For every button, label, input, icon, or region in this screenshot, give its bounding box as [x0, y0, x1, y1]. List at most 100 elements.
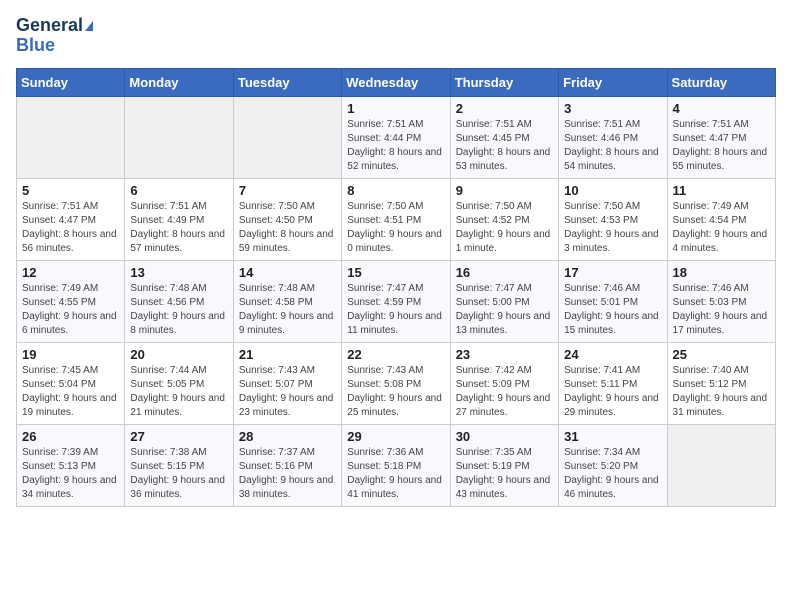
- week-row-5: 26Sunrise: 7:39 AM Sunset: 5:13 PM Dayli…: [17, 424, 776, 506]
- day-number: 22: [347, 347, 444, 362]
- day-number: 18: [673, 265, 770, 280]
- day-info: Sunrise: 7:40 AM Sunset: 5:12 PM Dayligh…: [673, 364, 770, 420]
- day-info: Sunrise: 7:49 AM Sunset: 4:55 PM Dayligh…: [22, 282, 119, 338]
- calendar-cell: 3 Sunrise: 7:51 AM Sunset: 4:46 PM Daylig…: [559, 96, 667, 178]
- weekday-header-friday: Friday: [559, 68, 667, 96]
- day-number: 26: [22, 429, 119, 444]
- day-number: 29: [347, 429, 444, 444]
- calendar-cell: 11 Sunrise: 7:49 AM Sunset: 4:54 PM Dayli…: [667, 178, 775, 260]
- day-info: Sunrise: 7:46 AM Sunset: 5:01 PM Dayligh…: [564, 282, 661, 338]
- calendar-cell: 4Sunrise: 7:51 AM Sunset: 4:47 PM Daylig…: [667, 96, 775, 178]
- calendar-cell: 5 Sunrise: 7:51 AM Sunset: 4:47 PM Daylig…: [17, 178, 125, 260]
- day-info: Sunrise: 7:48 AM Sunset: 4:58 PM Dayligh…: [239, 282, 336, 338]
- calendar-cell: 23 Sunrise: 7:42 AM Sunset: 5:09 PM Dayli…: [450, 342, 558, 424]
- day-number: 27: [130, 429, 227, 444]
- day-info: Sunrise: 7:38 AM Sunset: 5:15 PM Dayligh…: [130, 446, 227, 502]
- calendar-cell: 28 Sunrise: 7:37 AM Sunset: 5:16 PM Dayli…: [233, 424, 341, 506]
- day-info: Sunrise: 7:50 AM Sunset: 4:53 PM Dayligh…: [564, 200, 661, 256]
- logo-mark: General Blue: [16, 16, 93, 56]
- day-number: 31: [564, 429, 661, 444]
- calendar-cell: 12 Sunrise: 7:49 AM Sunset: 4:55 PM Dayli…: [17, 260, 125, 342]
- calendar-cell: 9 Sunrise: 7:50 AM Sunset: 4:52 PM Daylig…: [450, 178, 558, 260]
- day-info: Sunrise: 7:50 AM Sunset: 4:52 PM Dayligh…: [456, 200, 553, 256]
- day-info: Sunrise: 7:50 AM Sunset: 4:51 PM Dayligh…: [347, 200, 444, 256]
- day-number: 5: [22, 183, 119, 198]
- day-info: Sunrise: 7:46 AM Sunset: 5:03 PM Dayligh…: [673, 282, 770, 338]
- day-info: Sunrise: 7:47 AM Sunset: 4:59 PM Dayligh…: [347, 282, 444, 338]
- weekday-header-saturday: Saturday: [667, 68, 775, 96]
- logo-text-general: General: [16, 16, 93, 36]
- day-number: 30: [456, 429, 553, 444]
- calendar-cell: 2Sunrise: 7:51 AM Sunset: 4:45 PM Daylig…: [450, 96, 558, 178]
- calendar-cell: 18 Sunrise: 7:46 AM Sunset: 5:03 PM Dayli…: [667, 260, 775, 342]
- day-info: Sunrise: 7:48 AM Sunset: 4:56 PM Dayligh…: [130, 282, 227, 338]
- day-number: 8: [347, 183, 444, 198]
- day-info: Sunrise: 7:34 AM Sunset: 5:20 PM Dayligh…: [564, 446, 661, 502]
- calendar-cell: 21 Sunrise: 7:43 AM Sunset: 5:07 PM Dayli…: [233, 342, 341, 424]
- day-number: 9: [456, 183, 553, 198]
- day-number: 20: [130, 347, 227, 362]
- calendar-cell: 6Sunrise: 7:51 AM Sunset: 4:49 PM Daylig…: [125, 178, 233, 260]
- calendar-cell: 14 Sunrise: 7:48 AM Sunset: 4:58 PM Dayli…: [233, 260, 341, 342]
- logo-text-blue: Blue: [16, 36, 93, 56]
- day-number: 1: [347, 101, 444, 116]
- calendar-cell: 26Sunrise: 7:39 AM Sunset: 5:13 PM Dayli…: [17, 424, 125, 506]
- day-number: 23: [456, 347, 553, 362]
- day-number: 3: [564, 101, 661, 116]
- calendar-cell: 29Sunrise: 7:36 AM Sunset: 5:18 PM Dayli…: [342, 424, 450, 506]
- day-info: Sunrise: 7:51 AM Sunset: 4:49 PM Dayligh…: [130, 200, 227, 256]
- weekday-header-thursday: Thursday: [450, 68, 558, 96]
- day-info: Sunrise: 7:37 AM Sunset: 5:16 PM Dayligh…: [239, 446, 336, 502]
- calendar-cell: 15 Sunrise: 7:47 AM Sunset: 4:59 PM Dayli…: [342, 260, 450, 342]
- day-number: 12: [22, 265, 119, 280]
- day-info: Sunrise: 7:45 AM Sunset: 5:04 PM Dayligh…: [22, 364, 119, 420]
- calendar-cell: 19 Sunrise: 7:45 AM Sunset: 5:04 PM Dayli…: [17, 342, 125, 424]
- calendar-cell: 22Sunrise: 7:43 AM Sunset: 5:08 PM Dayli…: [342, 342, 450, 424]
- day-number: 7: [239, 183, 336, 198]
- weekday-header-wednesday: Wednesday: [342, 68, 450, 96]
- week-row-3: 12 Sunrise: 7:49 AM Sunset: 4:55 PM Dayli…: [17, 260, 776, 342]
- calendar-cell: 1 Sunrise: 7:51 AM Sunset: 4:44 PM Daylig…: [342, 96, 450, 178]
- day-info: Sunrise: 7:51 AM Sunset: 4:44 PM Dayligh…: [347, 118, 444, 174]
- day-number: 11: [673, 183, 770, 198]
- day-info: Sunrise: 7:42 AM Sunset: 5:09 PM Dayligh…: [456, 364, 553, 420]
- day-number: 17: [564, 265, 661, 280]
- calendar-cell: 30Sunrise: 7:35 AM Sunset: 5:19 PM Dayli…: [450, 424, 558, 506]
- day-info: Sunrise: 7:43 AM Sunset: 5:07 PM Dayligh…: [239, 364, 336, 420]
- day-number: 24: [564, 347, 661, 362]
- calendar-table: SundayMondayTuesdayWednesdayThursdayFrid…: [16, 68, 776, 507]
- calendar-cell: 20Sunrise: 7:44 AM Sunset: 5:05 PM Dayli…: [125, 342, 233, 424]
- logo: General Blue: [16, 16, 93, 56]
- header: General Blue: [16, 16, 776, 56]
- day-number: 25: [673, 347, 770, 362]
- day-number: 10: [564, 183, 661, 198]
- calendar-cell: 8 Sunrise: 7:50 AM Sunset: 4:51 PM Daylig…: [342, 178, 450, 260]
- weekday-header-monday: Monday: [125, 68, 233, 96]
- day-info: Sunrise: 7:51 AM Sunset: 4:46 PM Dayligh…: [564, 118, 661, 174]
- week-row-1: 1 Sunrise: 7:51 AM Sunset: 4:44 PM Daylig…: [17, 96, 776, 178]
- day-number: 19: [22, 347, 119, 362]
- day-info: Sunrise: 7:50 AM Sunset: 4:50 PM Dayligh…: [239, 200, 336, 256]
- calendar-cell: 13 Sunrise: 7:48 AM Sunset: 4:56 PM Dayli…: [125, 260, 233, 342]
- day-number: 15: [347, 265, 444, 280]
- calendar-cell: [233, 96, 341, 178]
- day-number: 13: [130, 265, 227, 280]
- calendar-cell: 24 Sunrise: 7:41 AM Sunset: 5:11 PM Dayli…: [559, 342, 667, 424]
- day-number: 16: [456, 265, 553, 280]
- day-info: Sunrise: 7:49 AM Sunset: 4:54 PM Dayligh…: [673, 200, 770, 256]
- day-number: 4: [673, 101, 770, 116]
- day-number: 21: [239, 347, 336, 362]
- day-info: Sunrise: 7:51 AM Sunset: 4:47 PM Dayligh…: [22, 200, 119, 256]
- calendar-cell: 25 Sunrise: 7:40 AM Sunset: 5:12 PM Dayli…: [667, 342, 775, 424]
- calendar-cell: [17, 96, 125, 178]
- calendar-cell: 17 Sunrise: 7:46 AM Sunset: 5:01 PM Dayli…: [559, 260, 667, 342]
- week-row-4: 19 Sunrise: 7:45 AM Sunset: 5:04 PM Dayli…: [17, 342, 776, 424]
- day-number: 14: [239, 265, 336, 280]
- day-number: 28: [239, 429, 336, 444]
- calendar-cell: 16 Sunrise: 7:47 AM Sunset: 5:00 PM Dayli…: [450, 260, 558, 342]
- day-info: Sunrise: 7:47 AM Sunset: 5:00 PM Dayligh…: [456, 282, 553, 338]
- calendar-cell: 31 Sunrise: 7:34 AM Sunset: 5:20 PM Dayli…: [559, 424, 667, 506]
- day-info: Sunrise: 7:41 AM Sunset: 5:11 PM Dayligh…: [564, 364, 661, 420]
- day-number: 2: [456, 101, 553, 116]
- calendar-cell: 10 Sunrise: 7:50 AM Sunset: 4:53 PM Dayli…: [559, 178, 667, 260]
